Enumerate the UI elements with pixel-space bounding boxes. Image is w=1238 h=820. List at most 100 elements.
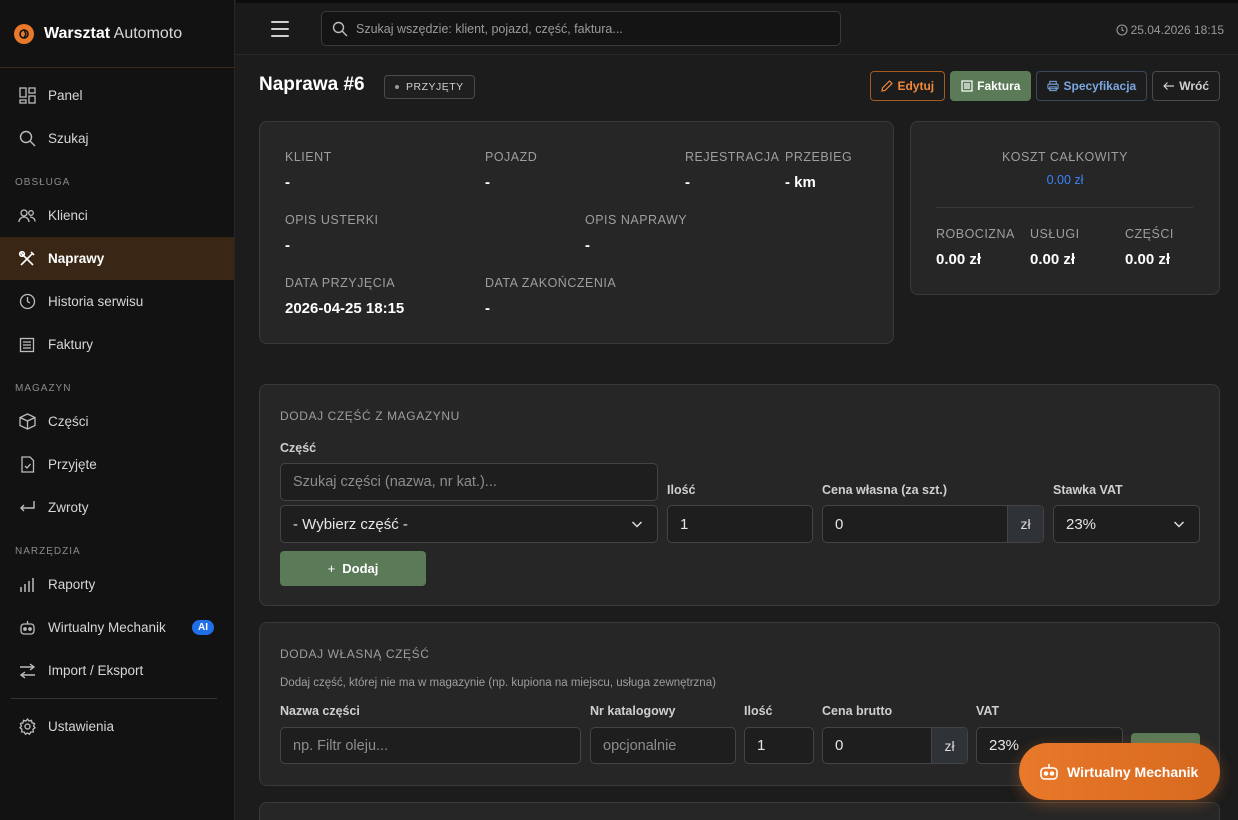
- sidebar-item-search[interactable]: Szukaj: [0, 117, 234, 160]
- part-select[interactable]: - Wybierz część -: [280, 505, 658, 543]
- sidebar-item-settings[interactable]: Ustawienia: [0, 705, 234, 748]
- sidebar-divider: [11, 698, 217, 699]
- labor-cost-label: ROBOCIZNA: [936, 227, 1015, 241]
- vat-value: 23%: [1066, 515, 1097, 533]
- clock-icon: [1116, 24, 1128, 36]
- price-value: 0: [835, 515, 844, 533]
- custom-price-input[interactable]: 0 zł: [822, 727, 968, 764]
- finish-date-label: DATA ZAKOŃCZENIA: [485, 276, 617, 290]
- sidebar-item-clients[interactable]: Klienci: [0, 194, 234, 237]
- qty-value: 1: [680, 515, 689, 533]
- sidebar-item-returns[interactable]: Zwroty: [0, 486, 234, 529]
- part-search-input[interactable]: Szukaj części (nazwa, nr kat.)...: [280, 463, 658, 501]
- vehicle-field: POJAZD -: [485, 150, 537, 191]
- dashboard-icon: [18, 87, 36, 105]
- total-cost-label: KOSZT CAŁKOWITY: [1001, 150, 1129, 164]
- sidebar-item-label: Szukaj: [48, 131, 89, 146]
- parts-cost-label: CZĘŚCI: [1125, 227, 1174, 241]
- custom-qty-input[interactable]: 1: [744, 727, 814, 764]
- section-label-tools: NARZĘDZIA: [15, 546, 81, 557]
- sidebar-item-service-history[interactable]: Historia serwisu: [0, 280, 234, 323]
- price-label: Cena własna (za szt.): [822, 483, 948, 497]
- sidebar-item-invoices[interactable]: Faktury: [0, 323, 234, 366]
- vat-label: Stawka VAT: [1053, 483, 1123, 497]
- add-custom-description: Dodaj część, której nie ma w magazynie (…: [280, 677, 716, 689]
- status-badge: PRZYJĘTY: [384, 75, 475, 99]
- brand[interactable]: Warsztat Automoto: [0, 0, 234, 68]
- mileage-field: PRZEBIEG - km: [785, 150, 852, 191]
- sidebar-item-reports[interactable]: Raporty: [0, 563, 234, 606]
- qty-input[interactable]: 1: [667, 505, 813, 543]
- vehicle-value: -: [485, 174, 490, 191]
- page-title: Naprawa #6: [259, 74, 365, 95]
- services-cost-value: 0.00 zł: [1030, 251, 1076, 268]
- accept-date-label: DATA PRZYJĘCIA: [285, 276, 396, 290]
- invoice-icon: [18, 336, 36, 354]
- add-part-button-label: Dodaj: [342, 561, 379, 576]
- custom-price-value: 0: [835, 737, 844, 754]
- tools-icon: [18, 250, 36, 268]
- custom-qty-label: Ilość: [744, 704, 773, 718]
- invoice-button-label: Faktura: [977, 79, 1021, 93]
- sidebar-item-parts[interactable]: Części: [0, 400, 234, 443]
- add-custom-title: DODAJ WŁASNĄ CZĘŚĆ: [280, 647, 430, 661]
- custom-qty-value: 1: [757, 737, 766, 754]
- clipboard-check-icon: [18, 456, 36, 474]
- ai-badge: AI: [192, 620, 214, 635]
- custom-currency-addon: zł: [931, 728, 967, 763]
- mileage-value: - km: [785, 174, 816, 191]
- virtual-mechanic-fab-label: Wirtualny Mechanik: [1067, 763, 1199, 780]
- repair-description-label: OPIS NAPRAWY: [585, 213, 688, 227]
- box-icon: [18, 413, 36, 431]
- search-icon: [18, 130, 36, 148]
- price-input[interactable]: 0 zł: [822, 505, 1044, 543]
- registration-label: REJESTRACJA: [685, 150, 780, 164]
- history-icon: [18, 293, 36, 311]
- sidebar-item-repairs[interactable]: Naprawy: [0, 237, 234, 280]
- custom-catalog-input[interactable]: opcjonalnie: [590, 727, 736, 764]
- vat-select[interactable]: 23%: [1053, 505, 1200, 543]
- return-arrow-icon: [18, 499, 36, 517]
- sidebar-item-label: Przyjęte: [48, 457, 97, 472]
- repair-description-field: OPIS NAPRAWY -: [585, 213, 687, 254]
- sidebar-item-panel[interactable]: Panel: [0, 74, 234, 117]
- global-search[interactable]: [321, 11, 841, 46]
- cost-divider: [936, 207, 1193, 208]
- specification-button[interactable]: Specyfikacja: [1036, 71, 1148, 101]
- custom-vat-value: 23%: [989, 737, 1020, 754]
- hamburger-menu-icon[interactable]: [271, 21, 289, 37]
- edit-button[interactable]: Edytuj: [870, 71, 946, 101]
- add-stock-title: DODAJ CZĘŚĆ Z MAGAZYNU: [280, 409, 460, 423]
- back-button[interactable]: Wróć: [1152, 71, 1220, 101]
- global-search-input[interactable]: [356, 21, 826, 36]
- registration-value: -: [685, 174, 690, 191]
- client-value: -: [285, 174, 290, 191]
- registration-field: REJESTRACJA -: [685, 150, 779, 191]
- qty-label: Ilość: [667, 483, 696, 497]
- finish-date-field: DATA ZAKOŃCZENIA -: [485, 276, 616, 317]
- add-part-button[interactable]: + Dodaj: [280, 551, 426, 586]
- sidebar-item-virtual-mechanic[interactable]: Wirtualny Mechanik AI: [0, 606, 234, 649]
- pencil-icon: [881, 80, 894, 92]
- header-actions: Edytuj Faktura Specyfikacja Wróć: [870, 71, 1220, 101]
- back-button-label: Wróć: [1179, 79, 1209, 93]
- brand-logo-icon: [14, 23, 34, 44]
- chevron-down-icon: [631, 518, 643, 530]
- fault-description-label: OPIS USTERKI: [285, 213, 379, 227]
- sidebar-item-label: Import / Eksport: [48, 663, 144, 678]
- sidebar-item-import-export[interactable]: Import / Eksport: [0, 649, 234, 692]
- next-section-card: [259, 802, 1220, 820]
- status-dot: [395, 85, 399, 89]
- invoice-button[interactable]: Faktura: [950, 71, 1032, 101]
- virtual-mechanic-fab[interactable]: Wirtualny Mechanik: [1019, 743, 1220, 800]
- services-cost-field: USŁUGI 0.00 zł: [1030, 227, 1080, 268]
- currency-addon: zł: [1007, 506, 1043, 542]
- sidebar-item-label: Wirtualny Mechanik: [48, 620, 166, 635]
- current-datetime: 25.04.2026 18:15: [1116, 23, 1224, 37]
- custom-name-input[interactable]: np. Filtr oleju...: [280, 727, 581, 764]
- fault-description-value: -: [285, 237, 290, 254]
- sidebar-item-label: Klienci: [48, 208, 88, 223]
- finish-date-value: -: [485, 300, 490, 317]
- sidebar-item-received[interactable]: Przyjęte: [0, 443, 234, 486]
- section-label-warehouse: MAGAZYN: [15, 383, 72, 394]
